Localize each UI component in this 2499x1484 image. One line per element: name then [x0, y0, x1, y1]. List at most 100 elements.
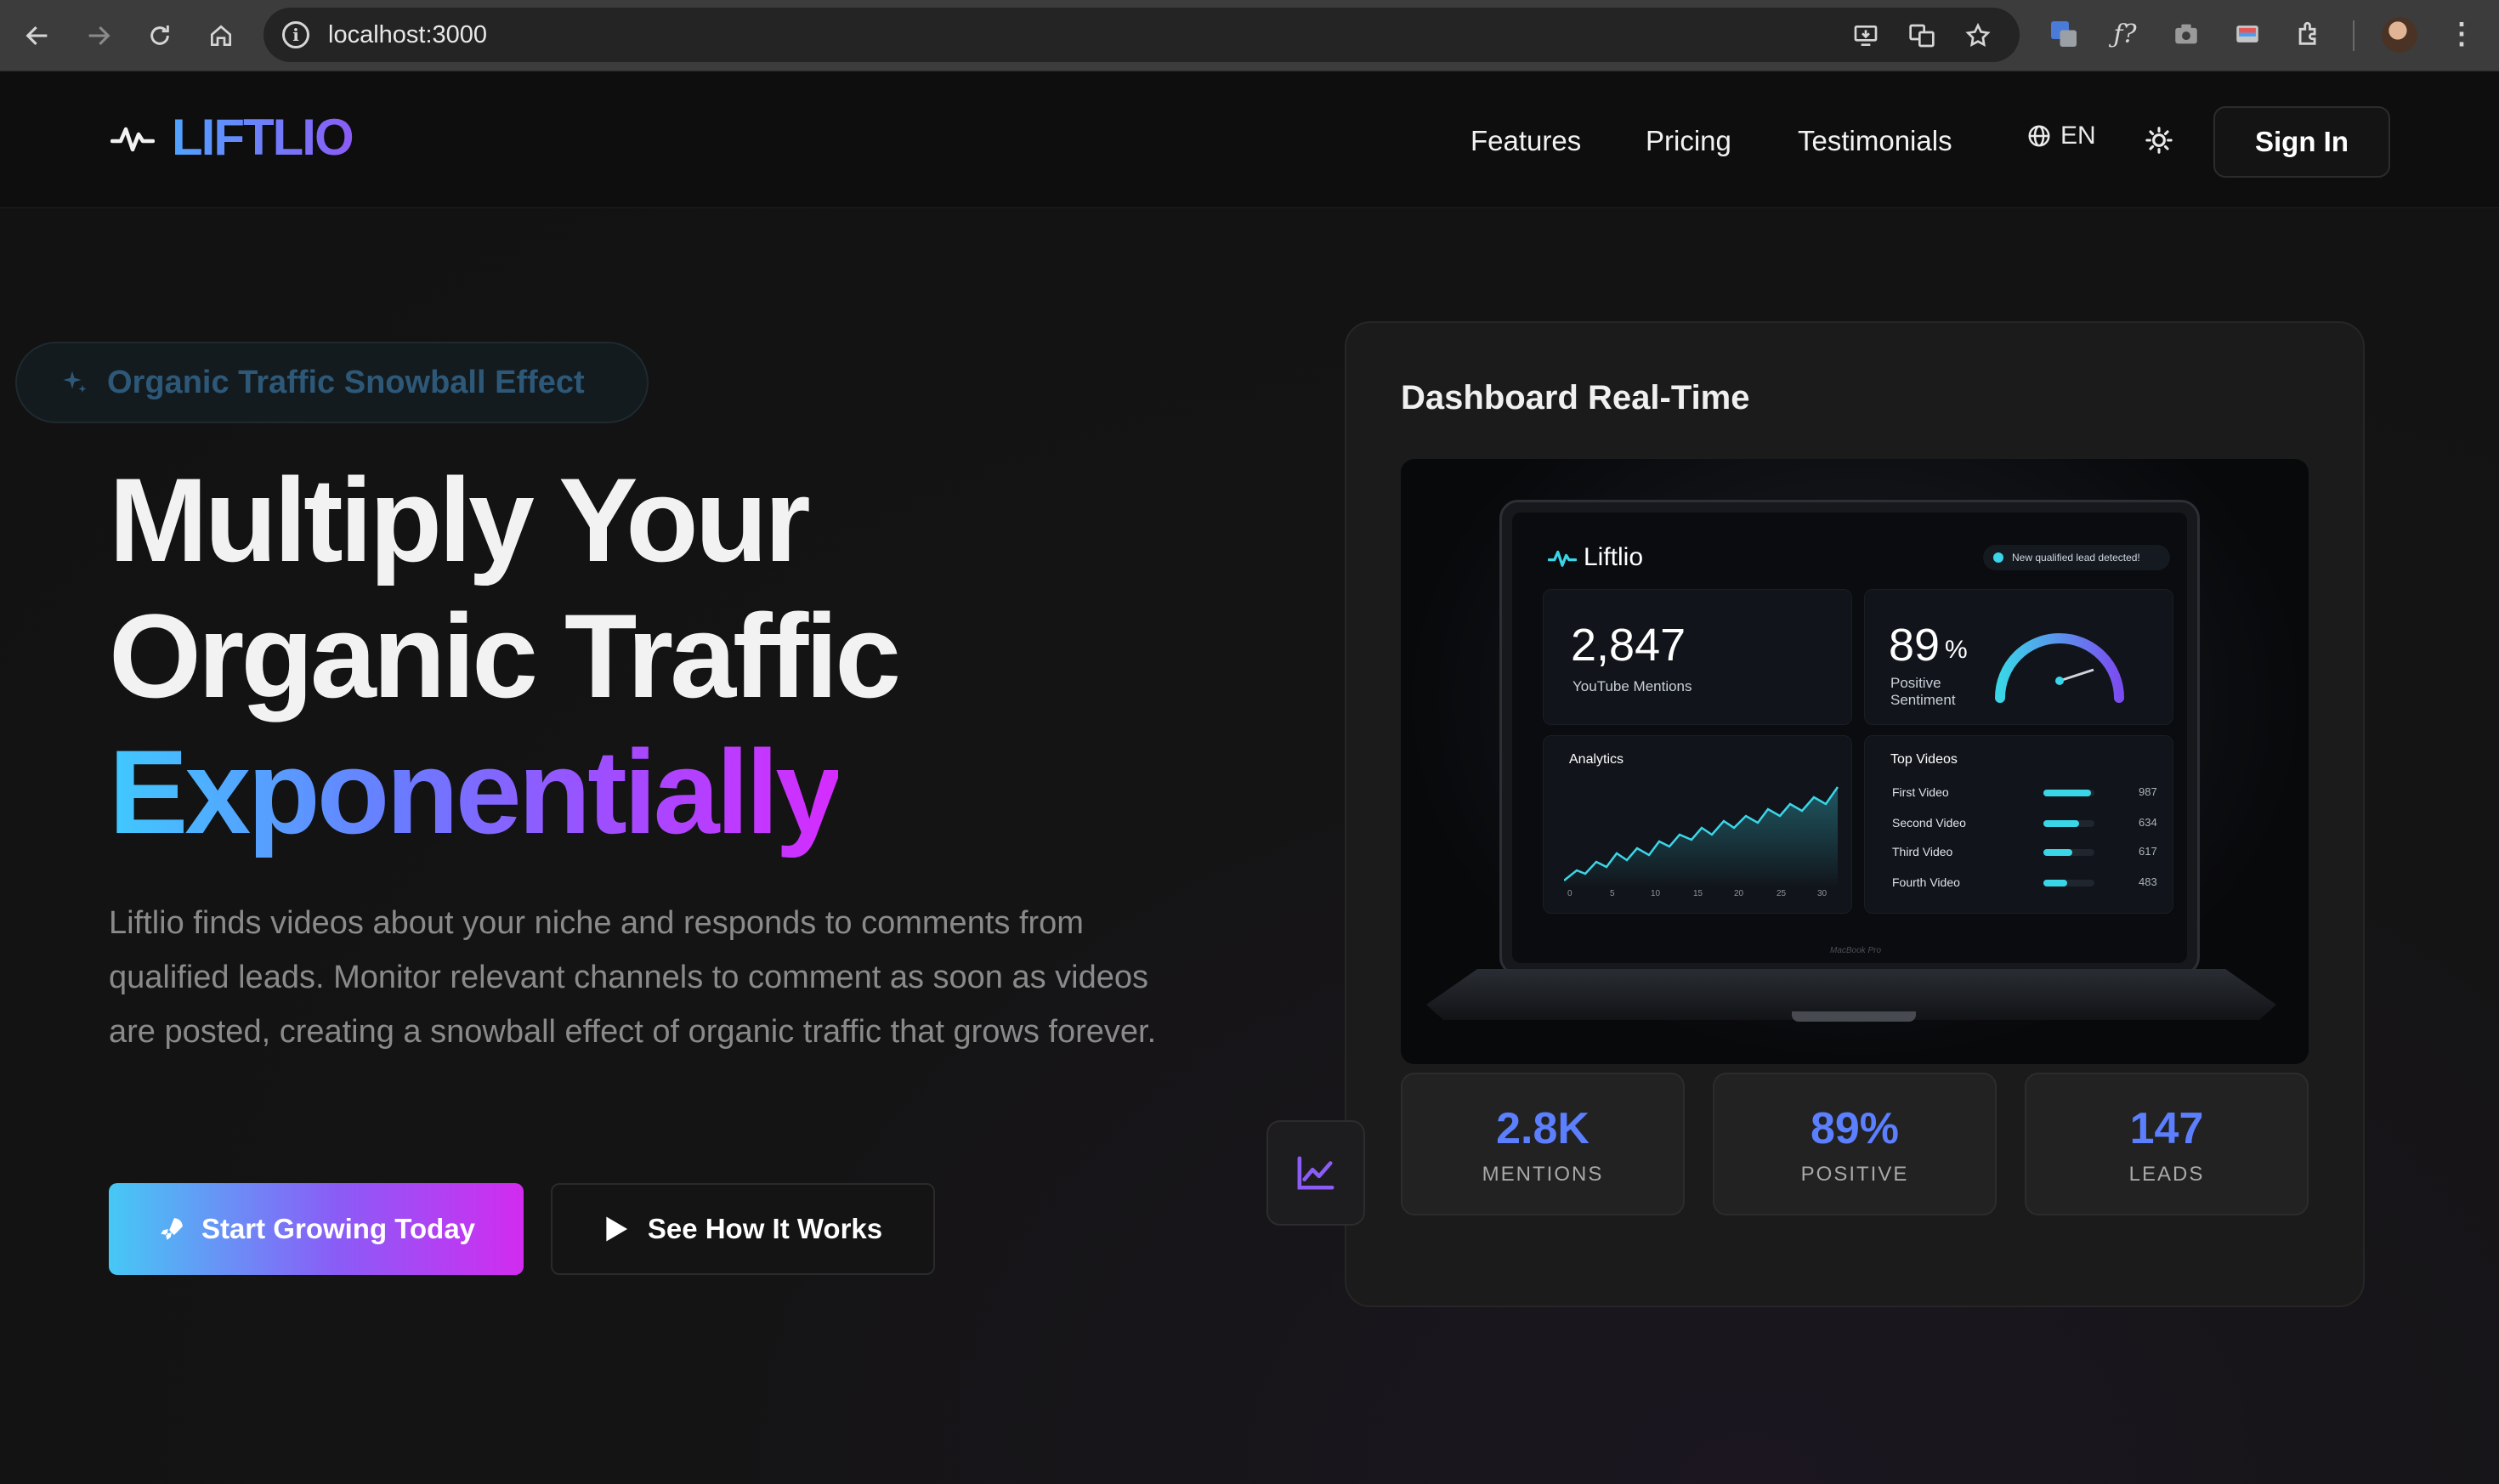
sparkle-icon [63, 371, 87, 393]
top-video-row: Third Video 617 [1892, 845, 2164, 860]
sentiment-unit: % [1945, 636, 1968, 664]
top-video-bar [2043, 790, 2091, 796]
sentiment-value: 89 [1889, 620, 1941, 671]
sign-in-button[interactable]: Sign In [2213, 106, 2390, 178]
hero-title-line-2: Organic Traffic [109, 589, 901, 722]
stat-label: MENTIONS [1482, 1163, 1604, 1186]
menu-kebab-icon[interactable]: ⋮ [2445, 17, 2479, 51]
analytics-sparkline [1564, 786, 1839, 889]
top-video-bar [2043, 820, 2079, 827]
hero-badge: Organic Traffic Snowball Effect [15, 342, 649, 423]
language-selector[interactable]: EN [2026, 122, 2096, 150]
laptop-label: MacBook Pro [1830, 946, 1882, 955]
logo[interactable]: LIFTLIO [110, 108, 354, 167]
stat-label: LEADS [2128, 1163, 2205, 1186]
stat-value: 89% [1810, 1104, 1900, 1153]
sentiment-panel: 89 % Positive Sentiment [1864, 589, 2173, 725]
laptop-screen: Liftlio New qualified lead detected! 2,8… [1512, 513, 2187, 963]
stat-label: POSITIVE [1800, 1163, 1909, 1186]
analytics-panel: Analytics 0 5 10 15 20 25 30 [1543, 735, 1852, 914]
top-video-name: First Video [1892, 785, 1949, 799]
home-icon[interactable] [202, 17, 240, 54]
nav-features[interactable]: Features [1470, 125, 1581, 157]
profile-avatar[interactable] [2382, 17, 2417, 53]
mentions-label: YouTube Mentions [1572, 678, 1692, 694]
stat-value: 2.8K [1496, 1104, 1590, 1153]
hero-description: Liftlio finds videos about your niche an… [109, 905, 1157, 1050]
top-video-value: 634 [2139, 816, 2157, 829]
stat-leads: 147 LEADS [2025, 1073, 2309, 1215]
start-growing-button[interactable]: Start Growing Today [109, 1183, 524, 1275]
stat-value: 147 [2129, 1104, 2204, 1153]
install-icon[interactable] [1851, 21, 1880, 50]
top-video-row: Fourth Video 483 [1892, 875, 2164, 891]
extension-cast-icon[interactable] [2230, 17, 2264, 51]
top-video-value: 617 [2139, 845, 2157, 858]
top-video-row: Second Video 634 [1892, 816, 2164, 831]
screen-brand-text: Liftlio [1584, 543, 1644, 571]
rocket-icon [161, 1218, 183, 1240]
top-video-row: First Video 987 [1892, 785, 2164, 801]
dashboard-title: Dashboard Real-Time [1401, 379, 1750, 416]
play-icon [606, 1216, 627, 1242]
nav-testimonials[interactable]: Testimonials [1798, 125, 1952, 157]
x-tick: 20 [1734, 889, 1744, 898]
analytics-float-button[interactable] [1266, 1120, 1365, 1226]
dashboard-preview-image: Liftlio New qualified lead detected! 2,8… [1401, 459, 2309, 1064]
status-dot [1993, 552, 2003, 563]
translate-icon[interactable] [1907, 21, 1936, 50]
site-header: LIFTLIO Features Pricing Testimonials EN… [0, 72, 2499, 208]
see-how-it-works-button[interactable]: See How It Works [551, 1183, 935, 1275]
top-video-bar [2043, 880, 2067, 886]
top-video-name: Third Video [1892, 845, 1953, 858]
x-tick: 0 [1567, 889, 1572, 898]
start-growing-label: Start Growing Today [201, 1213, 476, 1244]
sentiment-label-2: Sentiment [1890, 692, 1956, 708]
dashboard-card: Dashboard Real-Time Liftlio New qualifie… [1345, 321, 2365, 1307]
notification-pill: New qualified lead detected! [1983, 545, 2170, 570]
sentiment-label-1: Positive [1890, 675, 1941, 691]
laptop-lid: Liftlio New qualified lead detected! 2,8… [1499, 500, 2200, 976]
hero-section: Organic Traffic Snowball Effect Multiply… [0, 209, 2499, 1484]
sentiment-gauge [1995, 633, 2124, 703]
address-bar[interactable]: i localhost:3000 [264, 8, 2020, 62]
bookmark-star-icon[interactable] [1964, 21, 1992, 50]
see-how-label: See How It Works [647, 1213, 883, 1244]
extension-puzzle-icon[interactable] [2292, 17, 2326, 51]
x-tick: 25 [1776, 889, 1787, 898]
extension-camera-icon[interactable] [2169, 17, 2203, 51]
x-tick: 15 [1693, 889, 1703, 898]
trending-chart-icon [1297, 1156, 1334, 1190]
back-icon[interactable] [19, 17, 56, 54]
badge-text: Organic Traffic Snowball Effect [107, 364, 585, 400]
stat-positive: 89% POSITIVE [1713, 1073, 1997, 1215]
screen-brand: Liftlio [1548, 543, 1643, 572]
top-videos-panel: Top Videos First Video 987 Second Video … [1864, 735, 2173, 914]
url-text[interactable]: localhost:3000 [328, 21, 487, 49]
top-video-value: 483 [2139, 875, 2157, 888]
site-info-icon[interactable]: i [282, 21, 309, 48]
notification-text: New qualified lead detected! [2012, 552, 2140, 564]
reload-icon[interactable] [141, 17, 178, 54]
top-video-name: Second Video [1892, 816, 1966, 830]
language-label: EN [2060, 122, 2096, 150]
stat-mentions: 2.8K MENTIONS [1401, 1073, 1685, 1215]
logo-text: LIFTLIO [172, 109, 354, 166]
forward-icon[interactable] [80, 17, 117, 54]
laptop-notch [1792, 1011, 1916, 1022]
nav-pricing[interactable]: Pricing [1646, 125, 1731, 157]
extension-translate-icon[interactable] [2047, 17, 2081, 51]
mentions-panel: 2,847 YouTube Mentions [1543, 589, 1852, 725]
hero-title-line-3: Exponentially [109, 733, 842, 869]
analytics-x-axis: 0 5 10 15 20 25 30 [1567, 889, 1839, 901]
browser-toolbar: i localhost:3000 ƒ? ⋮ [0, 0, 2499, 71]
x-tick: 5 [1610, 889, 1615, 898]
screen-pulse-icon [1548, 550, 1577, 567]
toolbar-divider [2353, 20, 2354, 51]
sun-icon [2145, 127, 2173, 154]
hero-title-line-1: Multiply Your [109, 453, 811, 586]
extension-fx-icon[interactable]: ƒ? [2108, 17, 2142, 51]
analytics-title: Analytics [1569, 752, 1624, 767]
top-video-bar [2043, 849, 2072, 856]
theme-toggle[interactable] [2142, 123, 2176, 157]
